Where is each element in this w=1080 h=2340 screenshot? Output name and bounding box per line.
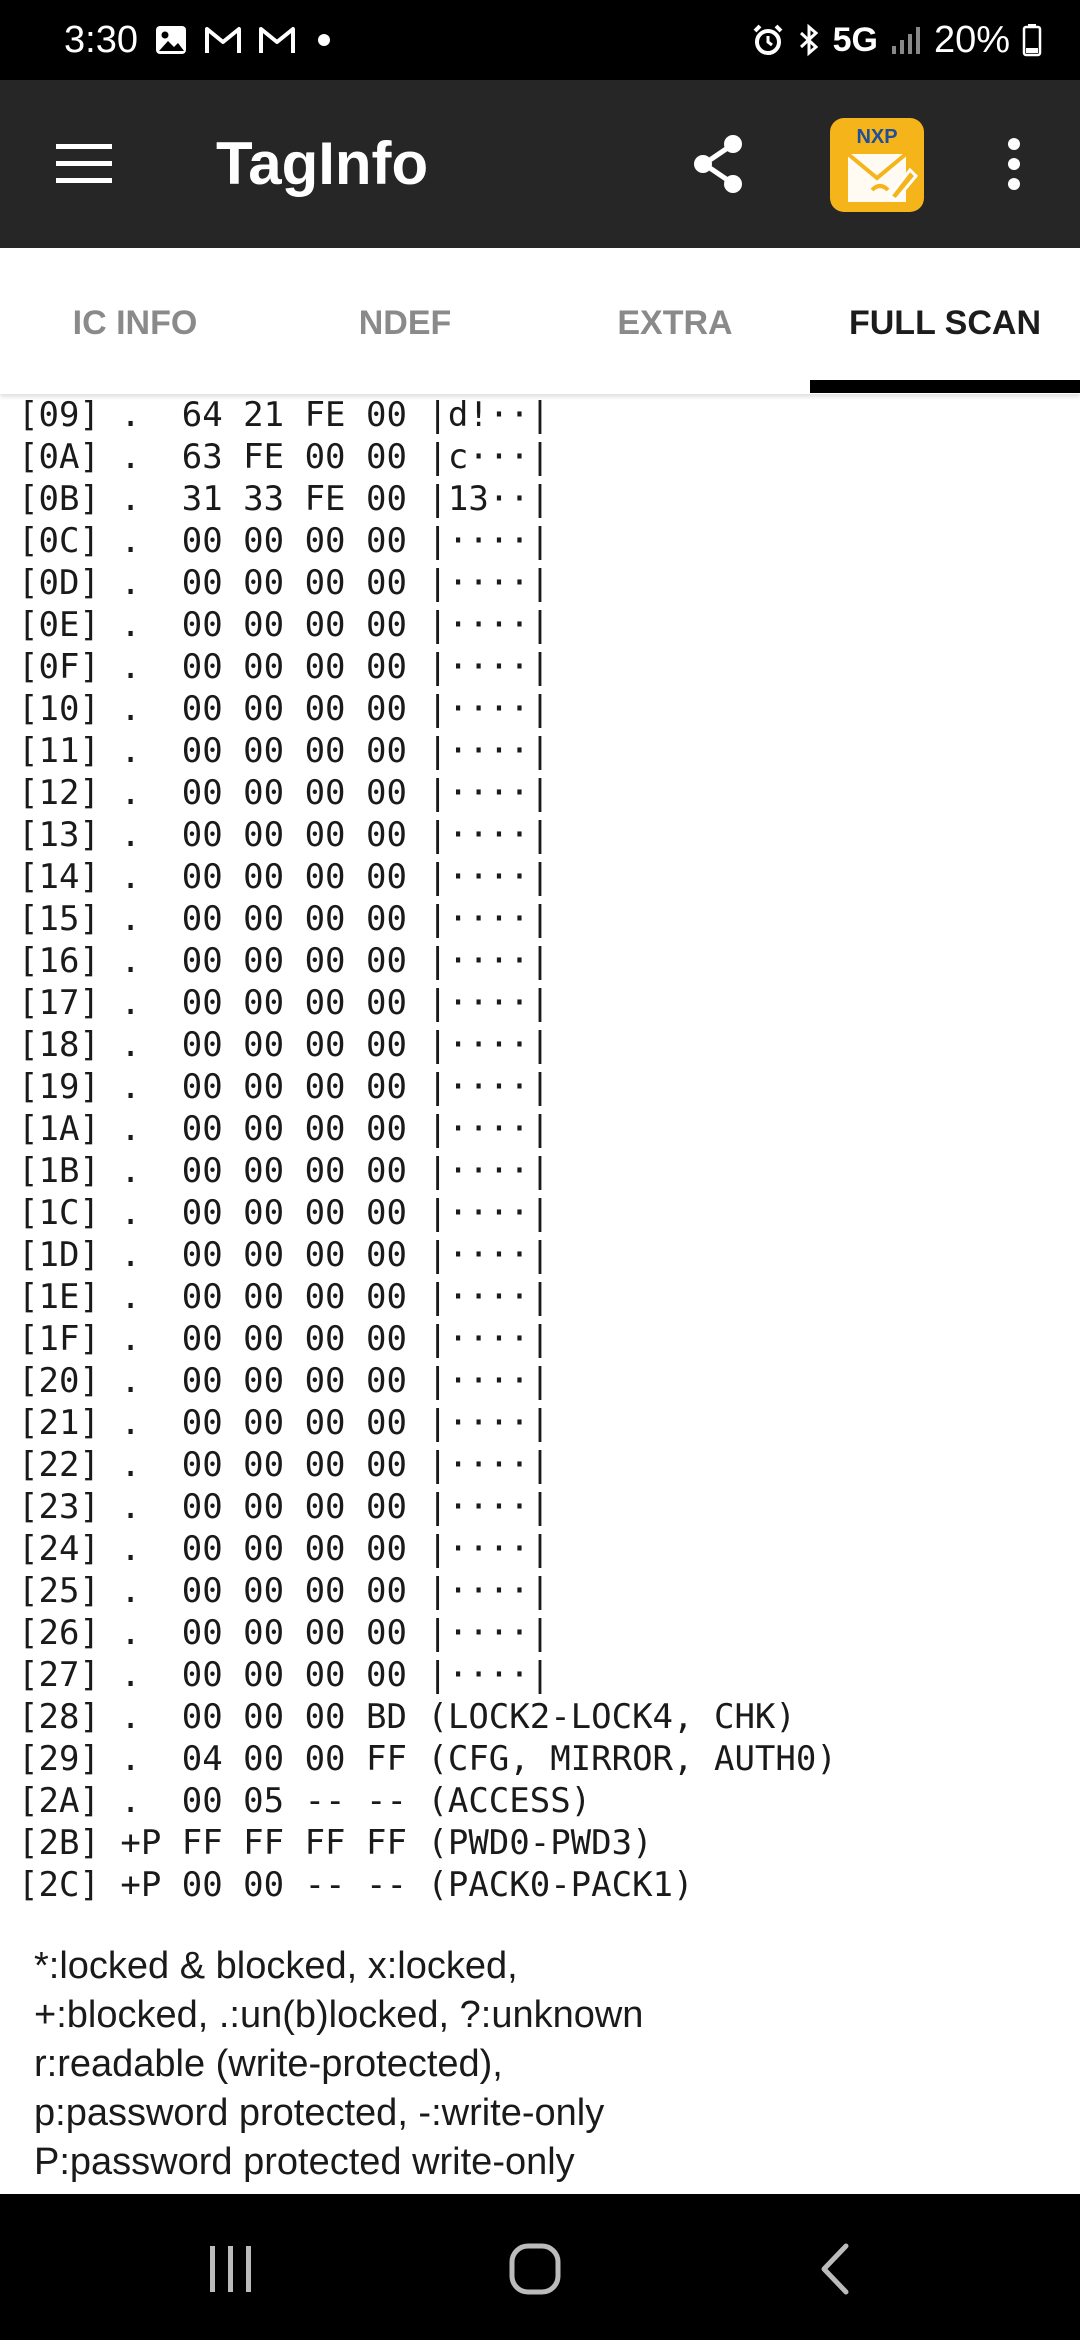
legend-line: P:password protected write-only — [34, 2141, 575, 2183]
memory-line: [18] . 00 00 00 00 |····| — [18, 1025, 551, 1065]
home-button[interactable] — [500, 2234, 570, 2304]
tab-full-scan[interactable]: FULL SCAN — [810, 248, 1080, 394]
gmail-icon — [204, 25, 242, 55]
memory-line: [2C] +P 00 00 -- -- (PACK0-PACK1) — [18, 1865, 694, 1905]
tab-bar: IC INFO NDEF EXTRA FULL SCAN — [0, 248, 1080, 394]
app-title: TagInfo — [216, 130, 429, 197]
clock: 3:30 — [64, 18, 138, 61]
status-bar-left: 3:30 — [64, 0, 336, 80]
memory-line: [2A] . 00 05 -- -- (ACCESS) — [18, 1781, 592, 1821]
memory-line: [27] . 00 00 00 00 |····| — [18, 1655, 551, 1695]
hamburger-menu-icon — [56, 144, 112, 183]
notification-dot-icon — [312, 28, 336, 52]
memory-line: [1C] . 00 00 00 00 |····| — [18, 1193, 551, 1233]
app-bar: TagInfo NXP — [0, 80, 1080, 248]
memory-line: [23] . 00 00 00 00 |····| — [18, 1487, 551, 1527]
back-icon — [821, 2243, 849, 2295]
status-bar: 3:30 5G 20% — [0, 0, 1080, 80]
status-bar-right: 5G 20% — [751, 0, 1042, 80]
navigation-bar — [0, 2194, 1080, 2340]
memory-line: [29] . 04 00 00 FF (CFG, MIRROR, AUTH0) — [18, 1739, 837, 1779]
memory-line: [0A] . 63 FE 00 00 |c···| — [18, 437, 551, 477]
memory-line: [11] . 00 00 00 00 |····| — [18, 731, 551, 771]
memory-line: [0C] . 00 00 00 00 |····| — [18, 521, 551, 561]
memory-dump: [09] . 64 21 FE 00 |d!··| [0A] . 63 FE 00… — [18, 394, 837, 1906]
nxp-logo-text: NXP — [856, 126, 897, 148]
access-legend: *:locked & blocked, x:locked, +:blocked,… — [34, 1942, 643, 2187]
back-button[interactable] — [802, 2234, 872, 2304]
memory-line: [0B] . 31 33 FE 00 |13··| — [18, 479, 551, 519]
memory-line: [15] . 00 00 00 00 |····| — [18, 899, 551, 939]
memory-line: [1B] . 00 00 00 00 |····| — [18, 1151, 551, 1191]
memory-line: [25] . 00 00 00 00 |····| — [18, 1571, 551, 1611]
legend-line: p:password protected, -:write-only — [34, 2092, 605, 2134]
legend-line: +:blocked, .:un(b)locked, ?:unknown — [34, 1994, 644, 2036]
tab-ic-info[interactable]: IC INFO — [0, 248, 270, 394]
memory-line: [09] . 64 21 FE 00 |d!··| — [18, 395, 551, 435]
memory-line: [16] . 00 00 00 00 |····| — [18, 941, 551, 981]
network-type: 5G — [832, 20, 878, 59]
legend-line: *:locked & blocked, x:locked, — [34, 1945, 518, 1987]
active-tab-indicator — [810, 380, 1080, 393]
battery-percent: 20% — [933, 18, 1010, 61]
menu-button[interactable] — [52, 132, 116, 196]
memory-line: [22] . 00 00 00 00 |····| — [18, 1445, 551, 1485]
memory-line: [0D] . 00 00 00 00 |····| — [18, 563, 551, 603]
memory-line: [1D] . 00 00 00 00 |····| — [18, 1235, 551, 1275]
more-vert-icon — [1008, 138, 1020, 190]
recent-apps-icon — [210, 2246, 251, 2292]
memory-line: [13] . 00 00 00 00 |····| — [18, 815, 551, 855]
memory-line: [17] . 00 00 00 00 |····| — [18, 983, 551, 1023]
memory-line: [28] . 00 00 00 BD (LOCK2-LOCK4, CHK) — [18, 1697, 796, 1737]
tab-ndef[interactable]: NDEF — [270, 248, 540, 394]
share-icon — [694, 135, 742, 193]
memory-line: [1E] . 00 00 00 00 |····| — [18, 1277, 551, 1317]
legend-line: r:readable (write-protected), — [34, 2043, 503, 2085]
memory-line: [1F] . 00 00 00 00 |····| — [18, 1319, 551, 1359]
memory-line: [0F] . 00 00 00 00 |····| — [18, 647, 551, 687]
nxp-taginfo-button[interactable]: NXP — [830, 118, 924, 212]
bluetooth-icon — [797, 23, 821, 57]
memory-line: [26] . 00 00 00 00 |····| — [18, 1613, 551, 1653]
alarm-icon — [751, 23, 785, 57]
recent-apps-button[interactable] — [196, 2234, 266, 2304]
signal-icon — [890, 24, 922, 56]
home-icon — [509, 2243, 561, 2295]
more-options-button[interactable] — [996, 132, 1032, 196]
gallery-icon — [154, 23, 188, 57]
memory-line: [21] . 00 00 00 00 |····| — [18, 1403, 551, 1443]
memory-line: [24] . 00 00 00 00 |····| — [18, 1529, 551, 1569]
memory-line: [10] . 00 00 00 00 |····| — [18, 689, 551, 729]
memory-line: [0E] . 00 00 00 00 |····| — [18, 605, 551, 645]
share-button[interactable] — [686, 132, 750, 196]
memory-line: [12] . 00 00 00 00 |····| — [18, 773, 551, 813]
battery-icon — [1022, 23, 1042, 57]
tab-extra[interactable]: EXTRA — [540, 248, 810, 394]
memory-line: [19] . 00 00 00 00 |····| — [18, 1067, 551, 1107]
nxp-logo-icon: NXP — [830, 118, 924, 212]
memory-line: [20] . 00 00 00 00 |····| — [18, 1361, 551, 1401]
memory-line: [1A] . 00 00 00 00 |····| — [18, 1109, 551, 1149]
memory-line: [2B] +P FF FF FF FF (PWD0-PWD3) — [18, 1823, 653, 1863]
memory-line: [14] . 00 00 00 00 |····| — [18, 857, 551, 897]
gmail-icon — [258, 25, 296, 55]
full-scan-content[interactable]: [09] . 64 21 FE 00 |d!··| [0A] . 63 FE 00… — [0, 394, 1080, 2194]
